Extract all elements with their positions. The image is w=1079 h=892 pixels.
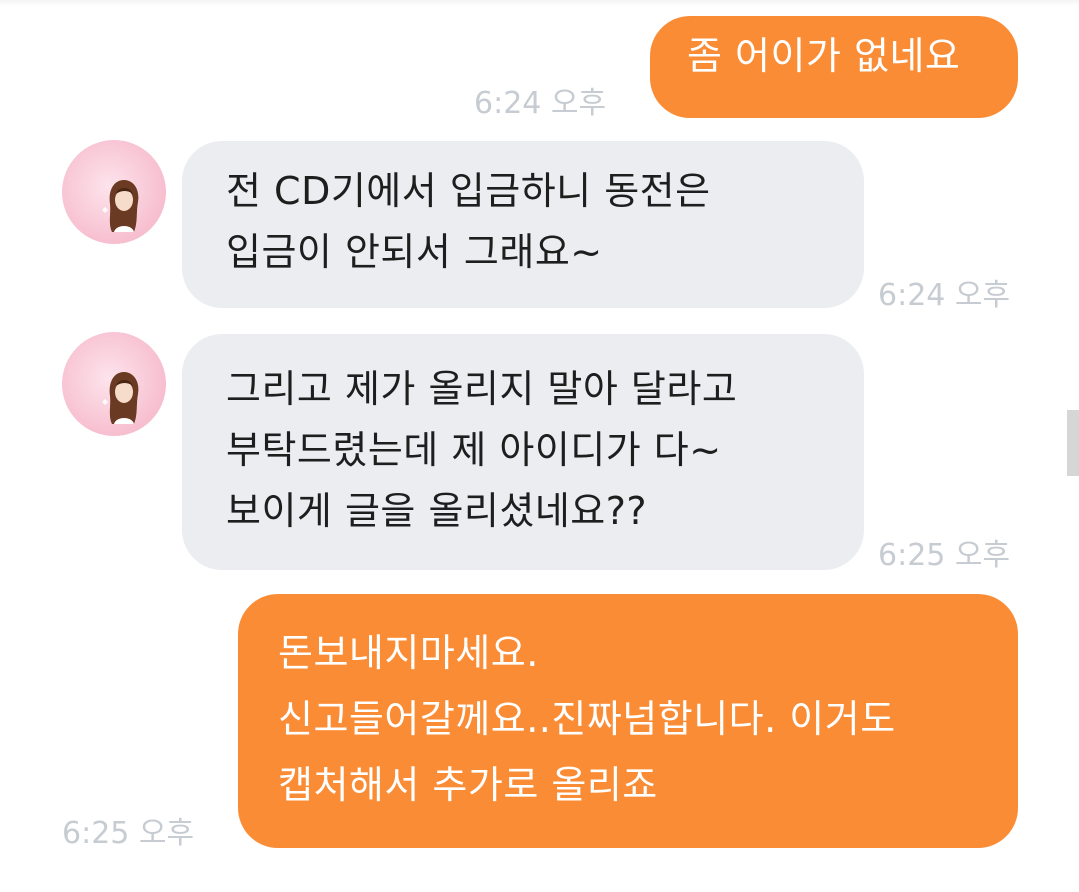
message-text-line: 부탁드렸는데 제 아이디가 다~	[226, 428, 722, 472]
message-text-line: 입금이 안되서 그래요~	[226, 230, 603, 274]
message-timestamp: 6:24 오후	[474, 86, 607, 121]
message-timestamp: 6:25 오후	[62, 816, 195, 851]
sender-avatar[interactable]	[62, 332, 166, 436]
message-text-line: 캡처해서 추가로 올리죠	[278, 763, 658, 807]
scrollbar-thumb[interactable]	[1067, 410, 1079, 476]
message-timestamp: 6:25 오후	[878, 538, 1011, 573]
message-text-line: 보이게 글을 올리셨네요??	[226, 489, 648, 533]
message-text-line: 신고들어갈께요..진짜넘합니다. 이거도	[278, 697, 896, 741]
sender-avatar[interactable]	[62, 140, 166, 244]
received-message-bubble[interactable]: 전 CD기에서 입금하니 동전은 입금이 안되서 그래요~	[182, 141, 864, 308]
top-edge-shadow	[0, 0, 1079, 6]
received-message-bubble[interactable]: 그리고 제가 올리지 말아 달라고 부탁드렸는데 제 아이디가 다~ 보이게 글…	[182, 334, 864, 570]
profile-avatar-icon	[102, 180, 139, 232]
message-text-line: 그리고 제가 올리지 말아 달라고	[226, 367, 738, 411]
message-text-line: 좀 어이가 없네요	[687, 34, 961, 78]
chat-conversation: 6:24 오후 좀 어이가 없네요 전 CD기에서 입금하니 동전은 입금이 안…	[0, 0, 1079, 892]
profile-avatar-icon	[102, 372, 139, 424]
sent-message-bubble[interactable]: 돈보내지마세요. 신고들어갈께요..진짜넘합니다. 이거도 캡처해서 추가로 올…	[238, 594, 1018, 848]
message-timestamp: 6:24 오후	[878, 278, 1011, 313]
sent-message-bubble[interactable]: 좀 어이가 없네요	[650, 16, 1018, 118]
message-text-line: 전 CD기에서 입금하니 동전은	[226, 169, 711, 213]
message-text-line: 돈보내지마세요.	[278, 631, 539, 675]
